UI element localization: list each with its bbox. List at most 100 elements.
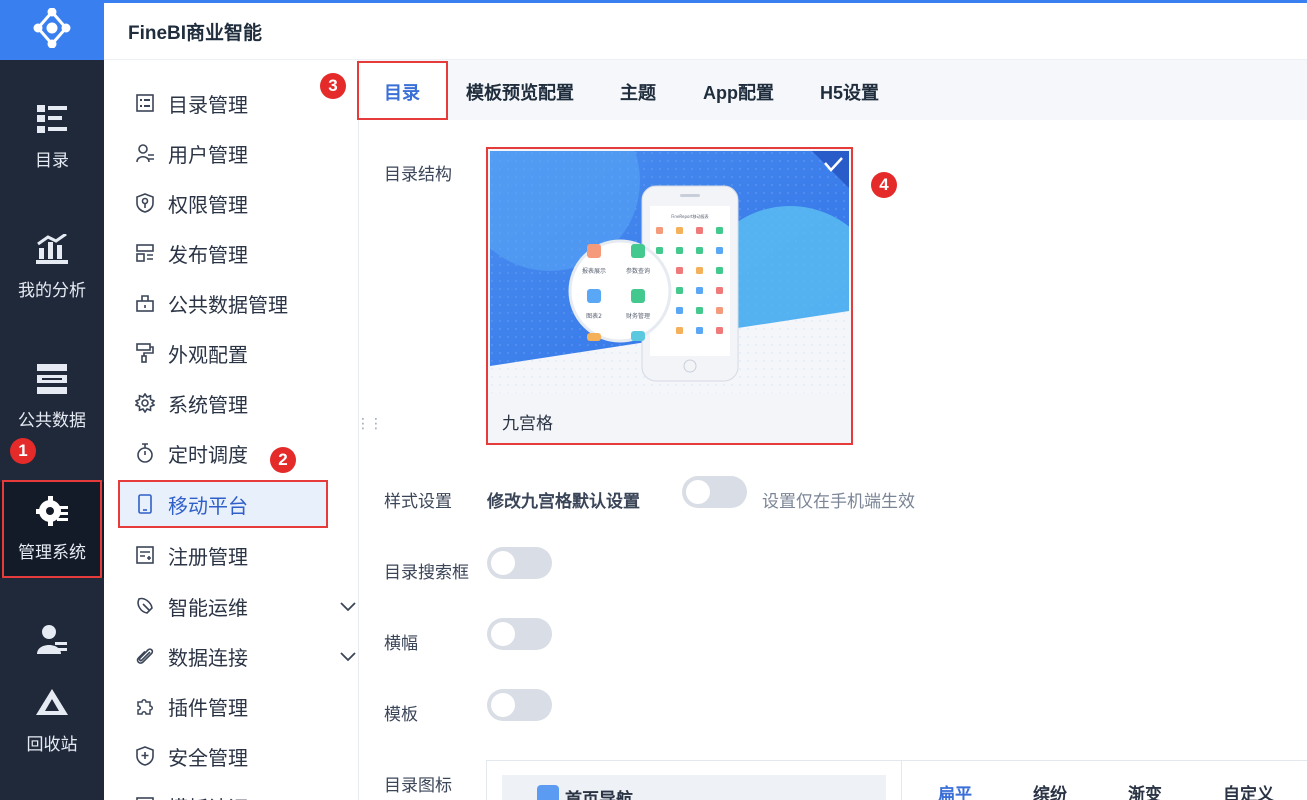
sidebar-item-label: 公共数据管理 — [168, 294, 288, 317]
sidebar-item-public-data-manage[interactable]: 公共数据管理 — [134, 288, 334, 318]
rail-item-analysis[interactable]: 我的分析 — [0, 232, 104, 301]
sidebar-item-user-manage[interactable]: 用户管理 — [134, 138, 334, 168]
tab-app-config[interactable]: App配置 — [703, 79, 774, 105]
puzzle-icon — [134, 695, 156, 717]
template-toggle[interactable] — [487, 689, 552, 721]
sidebar-item-label: 模板认证 — [168, 792, 248, 800]
admin-sidebar: 目录管理 用户管理 权限管理 发布管理 公共数据管理 外观配置 系统管理 定时调… — [104, 60, 359, 800]
icon-style-gradient[interactable]: 渐变 — [1128, 780, 1162, 800]
sidebar-item-label: 发布管理 — [168, 244, 248, 267]
home-nav-item[interactable] — [502, 775, 886, 800]
template-icon — [134, 795, 156, 800]
icon-style-flat[interactable]: 扁平 — [938, 780, 972, 800]
database-icon — [134, 292, 156, 314]
public-data-icon — [35, 362, 69, 396]
catalog-search-toggle[interactable] — [487, 547, 552, 579]
tab-h5-settings[interactable]: H5设置 — [820, 79, 879, 105]
sidebar-item-label: 定时调度 — [168, 444, 248, 467]
sidebar-resize-handle[interactable]: ⋮⋮ — [356, 416, 383, 430]
analysis-icon — [35, 232, 69, 266]
app-title: FineBI商业智能 — [128, 22, 263, 44]
sidebar-item-smart-ops[interactable]: 智能运维 — [134, 591, 356, 621]
mobile-only-hint: 设置仅在手机端生效 — [762, 492, 915, 511]
sidebar-item-system-manage[interactable]: 系统管理 — [134, 388, 334, 418]
modify-default-toggle[interactable] — [682, 476, 747, 508]
card-caption: 九宫格 — [502, 414, 553, 433]
stopwatch-icon — [134, 442, 156, 464]
left-rail: 目录 我的分析 公共数据 管理系统 回收站 — [0, 0, 104, 800]
list-icon — [134, 92, 156, 114]
rail-item-recycle[interactable]: 回收站 — [0, 686, 104, 755]
sidebar-item-plugin-manage[interactable]: 插件管理 — [134, 691, 334, 721]
rail-item-label: 公共数据 — [18, 411, 86, 430]
sidebar-item-label: 外观配置 — [168, 344, 248, 367]
home-nav-icon — [537, 785, 559, 800]
shield-key-icon — [134, 192, 156, 214]
sidebar-item-appearance[interactable]: 外观配置 — [134, 338, 334, 368]
sidebar-item-label: 权限管理 — [168, 194, 248, 217]
sidebar-item-label: 智能运维 — [168, 597, 248, 620]
catalog-structure-label: 目录结构 — [384, 165, 452, 184]
sidebar-item-template-auth[interactable]: 模板认证 — [134, 791, 334, 800]
catalog-icon-label: 目录图标 — [384, 776, 452, 795]
tab-catalog[interactable]: 目录 — [384, 79, 420, 105]
step-badge-3: 3 — [320, 73, 346, 99]
modify-default-label: 修改九宫格默认设置 — [487, 492, 640, 511]
sidebar-item-label: 数据连接 — [168, 647, 248, 670]
icon-panel-divider — [901, 760, 902, 800]
bubble-label-3: 图表2 — [586, 312, 602, 320]
mobile-icon — [134, 493, 156, 515]
sidebar-item-schedule[interactable]: 定时调度 — [134, 438, 334, 468]
rail-item-label: 回收站 — [26, 735, 78, 754]
user-icon — [35, 622, 69, 656]
tab-theme[interactable]: 主题 — [620, 79, 656, 105]
sidebar-item-security-manage[interactable]: 安全管理 — [134, 741, 334, 771]
user-outline-icon — [134, 142, 156, 164]
sidebar-item-label: 安全管理 — [168, 747, 248, 770]
app-header: FineBI商业智能 — [104, 3, 1307, 60]
sidebar-item-label: 注册管理 — [168, 546, 248, 569]
rail-item-catalog[interactable]: 目录 — [0, 102, 104, 171]
tab-template-preview[interactable]: 模板预览配置 — [466, 79, 574, 105]
gear-icon — [134, 392, 156, 414]
sidebar-item-mobile-platform[interactable]: 移动平台 — [134, 489, 334, 519]
banner-toggle[interactable] — [487, 618, 552, 650]
nine-grid-preview: 报表展示 参数查询 图表2 财务管理 FineReport移动报表 — [490, 151, 849, 393]
app-logo[interactable] — [0, 0, 104, 60]
banner-label: 横幅 — [384, 634, 418, 653]
sidebar-item-catalog-manage[interactable]: 目录管理 — [134, 88, 334, 118]
logo-icon — [32, 7, 72, 53]
sidebar-item-publish-manage[interactable]: 发布管理 — [134, 238, 334, 268]
bubble-label-1: 报表展示 — [582, 267, 606, 275]
style-settings-label: 样式设置 — [384, 492, 452, 511]
sidebar-item-label: 系统管理 — [168, 394, 248, 417]
phone-app-title: FineReport移动报表 — [671, 213, 708, 219]
rail-highlight-box — [2, 480, 102, 578]
paint-roller-icon — [134, 342, 156, 364]
rail-item-user[interactable] — [0, 622, 104, 666]
bubble-label-2: 参数查询 — [626, 267, 650, 275]
catalog-search-label: 目录搜索框 — [384, 563, 469, 582]
step-badge-2: 2 — [270, 447, 296, 473]
step-badge-4: 4 — [871, 172, 897, 198]
sidebar-item-data-connection[interactable]: 数据连接 — [134, 641, 356, 671]
recycle-icon — [35, 686, 69, 720]
step-badge-1: 1 — [10, 438, 36, 464]
shield-plus-icon — [134, 745, 156, 767]
sidebar-item-label: 用户管理 — [168, 144, 248, 167]
sidebar-item-register-manage[interactable]: 注册管理 — [134, 540, 334, 570]
sidebar-item-permission-manage[interactable]: 权限管理 — [134, 188, 334, 218]
paperclip-icon — [134, 645, 156, 667]
home-nav-label: 首页导航 — [565, 790, 633, 800]
icon-style-colorful[interactable]: 缤纷 — [1033, 780, 1067, 800]
sidebar-item-label: 移动平台 — [168, 495, 248, 518]
chevron-down-icon[interactable] — [340, 645, 356, 668]
sidebar-item-label: 目录管理 — [168, 94, 248, 117]
layout-card-nine-grid[interactable]: 报表展示 参数查询 图表2 财务管理 FineReport移动报表 九宫格 — [486, 147, 853, 445]
chevron-down-icon[interactable] — [340, 595, 356, 618]
icon-style-custom[interactable]: 自定义 — [1223, 780, 1274, 800]
catalog-icon — [35, 102, 69, 136]
rail-item-public-data[interactable]: 公共数据 — [0, 362, 104, 431]
template-label: 模板 — [384, 705, 418, 724]
register-icon — [134, 544, 156, 566]
